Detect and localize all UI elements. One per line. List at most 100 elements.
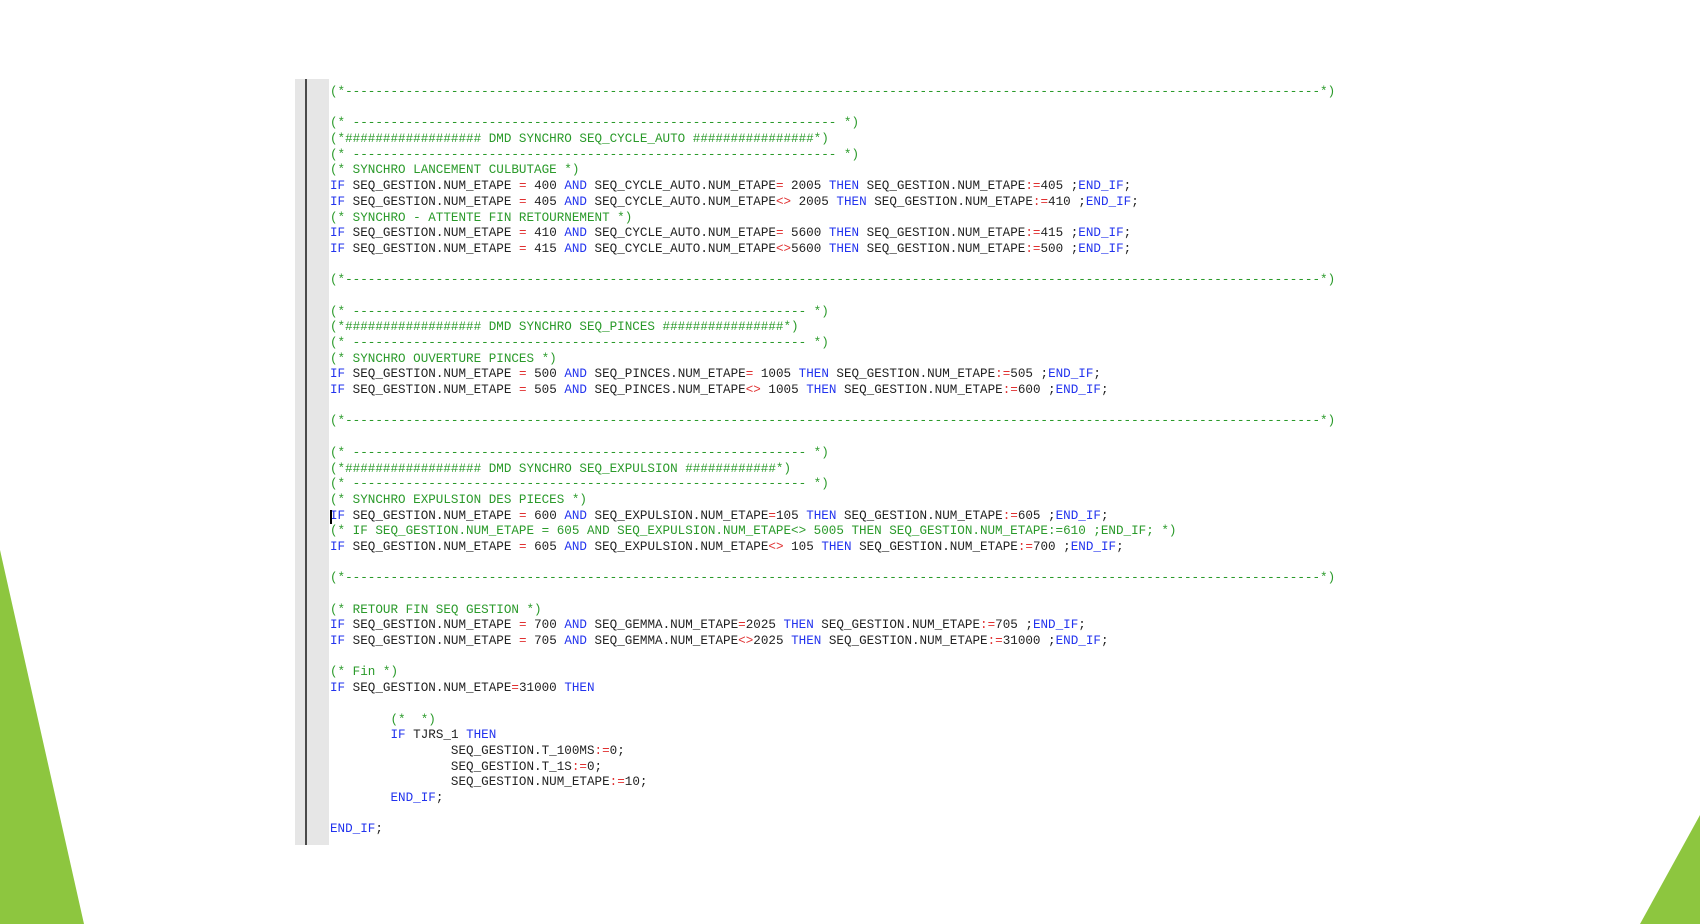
code-token-keyword: END_IF (1070, 539, 1117, 554)
code-token-operator: = (775, 226, 784, 241)
code-token-keyword: END_IF (1048, 367, 1094, 382)
code-token-text: 2005 (791, 194, 837, 209)
code-token-keyword: THEN (466, 728, 497, 743)
code-line: IF SEQ_GESTION.NUM_ETAPE = 410 AND SEQ_C… (330, 226, 1335, 242)
code-token-keyword: AND (564, 383, 587, 398)
code-token-operator: <> (738, 634, 754, 649)
code-token-text: 5600 (783, 226, 829, 241)
code-token-operator: = (518, 179, 527, 194)
code-token-keyword: IF (330, 383, 346, 398)
code-token-text: SEQ_EXPULSION.NUM_ETAPE (587, 508, 769, 523)
code-token-keyword: THEN (783, 618, 814, 633)
code-token-keyword: IF (330, 367, 346, 382)
code-line: (* -------------------------------------… (330, 148, 1335, 164)
code-line: (* -------------------------------------… (330, 116, 1335, 132)
code-token-operator: <> (745, 383, 761, 398)
code-token-comment: (* -------------------------------------… (330, 445, 829, 460)
code-token-text: 2025 (753, 634, 792, 649)
code-token-text: ; (1100, 634, 1109, 649)
code-line: (* IF SEQ_GESTION.NUM_ETAPE = 605 AND SE… (330, 524, 1335, 540)
code-token-text: ; (1093, 367, 1101, 382)
code-token-comment: (* SYNCHRO - ATTENTE FIN RETOURNEMENT *) (330, 210, 633, 225)
code-line: SEQ_GESTION.T_1S:=0; (330, 760, 1335, 776)
gutter-separator (305, 79, 307, 845)
code-token-text: 500 ; (1040, 241, 1079, 256)
code-token-text: SEQ_GESTION.NUM_ETAPE (851, 539, 1018, 554)
code-token-keyword: END_IF (1085, 194, 1132, 209)
code-token-operator: <> (775, 194, 792, 209)
code-token-text: ; (1131, 194, 1139, 209)
code-token-text: SEQ_GESTION.NUM_ETAPE (859, 226, 1026, 241)
code-token-keyword: IF (330, 508, 346, 523)
code-token-text: SEQ_GESTION.NUM_ETAPE (345, 367, 519, 382)
code-token-text: SEQ_GESTION.NUM_ETAPE (345, 681, 512, 696)
code-line: IF SEQ_GESTION.NUM_ETAPE = 415 AND SEQ_C… (330, 242, 1335, 258)
code-token-text: 410 ; (1048, 194, 1086, 209)
code-token-operator: = (518, 241, 527, 256)
code-token-text: SEQ_GEMMA.NUM_ETAPE (587, 618, 739, 633)
code-token-text: SEQ_GESTION.NUM_ETAPE (345, 634, 519, 649)
code-token-text: 0; (609, 743, 625, 758)
code-token-keyword: THEN (806, 383, 837, 398)
code-token-text: SEQ_PINCES.NUM_ETAPE (587, 383, 746, 398)
code-token-text: SEQ_GESTION.NUM_ETAPE (866, 194, 1033, 209)
code-token-text: SEQ_GESTION.NUM_ETAPE (345, 383, 519, 398)
code-token-text: ; (375, 822, 383, 837)
code-token-comment: (* -------------------------------------… (330, 116, 860, 131)
code-token-operator: = (518, 383, 527, 398)
code-token-operator: = (518, 539, 527, 554)
code-token-operator: := (1032, 194, 1049, 209)
code-token-operator: := (594, 743, 610, 758)
code-line: (* SYNCHRO - ATTENTE FIN RETOURNEMENT *) (330, 211, 1335, 227)
code-token-comment: (* -------------------------------------… (330, 304, 829, 319)
code-token-comment: (* -------------------------------------… (330, 147, 860, 162)
code-token-keyword: END_IF (330, 822, 376, 837)
code-token-text: SEQ_GESTION.NUM_ETAPE (836, 508, 1003, 523)
code-token-text: SEQ_PINCES.NUM_ETAPE (587, 367, 746, 382)
code-token-text: 105 (775, 508, 807, 523)
code-token-keyword: IF (330, 681, 346, 696)
code-token-keyword: THEN (564, 681, 595, 696)
code-token-text: 700 ; (1032, 539, 1071, 554)
code-token-comment: (*--------------------------------------… (330, 414, 1336, 429)
code-token-keyword: AND (564, 194, 587, 209)
code-token-text: 600 ; (1017, 383, 1056, 398)
code-token-text: 2025 (745, 618, 784, 633)
code-token-text: 31000 (518, 681, 565, 696)
code-token-operator: = (518, 367, 527, 382)
code-token-text: ; (1100, 508, 1109, 523)
code-token-text: ; (1116, 539, 1124, 554)
code-token-comment: (*--------------------------------------… (330, 273, 1336, 288)
code-token-text: 31000 ; (1002, 634, 1056, 649)
code-token-text: SEQ_GESTION.NUM_ETAPE (345, 241, 519, 256)
code-token-comment: (*--------------------------------------… (330, 85, 1336, 99)
code-token-operator: = (511, 681, 519, 696)
code-token-text: SEQ_GEMMA.NUM_ETAPE (587, 634, 739, 649)
code-line: END_IF; (330, 822, 1335, 838)
code-token-keyword: IF (330, 194, 346, 209)
code-token-keyword: END_IF (1078, 179, 1124, 194)
code-token-comment: (* IF SEQ_GESTION.NUM_ETAPE = 605 AND SE… (330, 524, 1177, 539)
code-token-text: 705 ; (995, 618, 1033, 633)
code-token-operator: := (995, 367, 1011, 382)
code-token-keyword: IF (390, 728, 406, 743)
code-line: IF SEQ_GESTION.NUM_ETAPE = 605 AND SEQ_E… (330, 540, 1335, 556)
code-token-text: SEQ_CYCLE_AUTO.NUM_ETAPE (587, 194, 776, 209)
code-token-text: ; (1078, 618, 1086, 633)
code-line: IF SEQ_GESTION.NUM_ETAPE = 500 AND SEQ_P… (330, 367, 1335, 383)
code-token-text: SEQ_GESTION.NUM_ETAPE (859, 241, 1026, 256)
code-line: (* -------------------------------------… (330, 477, 1335, 493)
code-token-keyword: END_IF (1055, 508, 1101, 523)
code-token-text: ; (1123, 226, 1132, 241)
code-text: (*--------------------------------------… (330, 85, 1335, 838)
code-token-operator: := (1017, 539, 1033, 554)
code-token-text: SEQ_GESTION.NUM_ETAPE (345, 539, 519, 554)
code-token-text: 605 ; (1017, 508, 1056, 523)
